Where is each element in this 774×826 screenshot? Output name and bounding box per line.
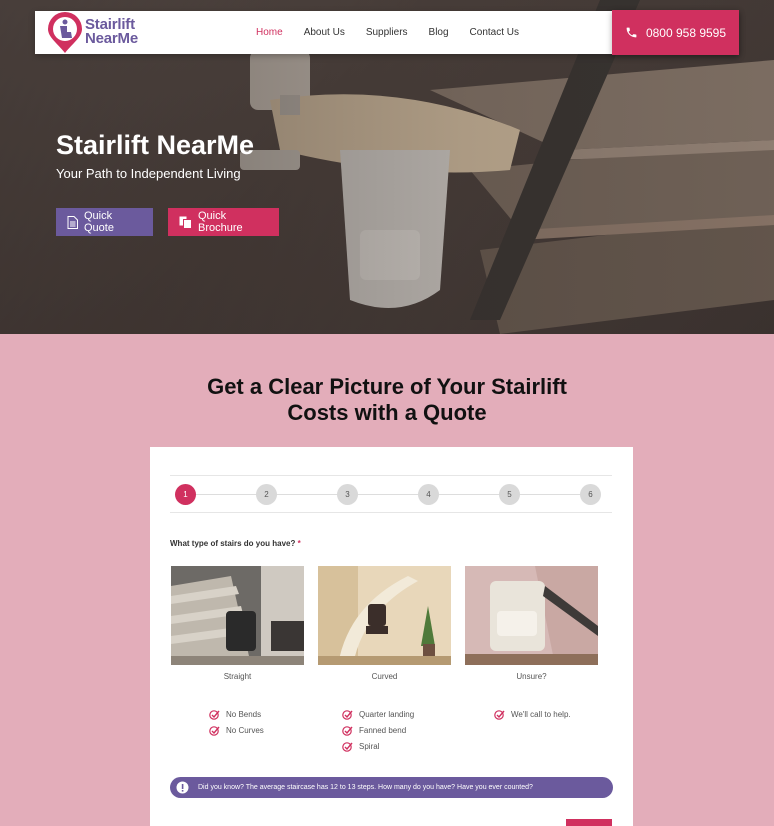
feature-text: No Curves [226,725,264,735]
step-1[interactable]: 1 [175,484,196,505]
option-straight[interactable]: Straight [171,566,304,681]
quote-heading-line1: Get a Clear Picture of Your Stairlift [207,374,567,399]
quick-quote-label: Quick Quote [84,210,114,234]
straight-features: No Bends No Curves [209,706,264,738]
option-unsure-label: Unsure? [516,672,547,681]
curved-stairs-image [318,566,451,665]
logo-pin-icon [48,12,82,53]
required-mark: * [297,539,301,548]
feature-item: Quarter landing [342,706,414,722]
step-3[interactable]: 3 [337,484,358,505]
check-icon [342,741,353,752]
nav-suppliers[interactable]: Suppliers [366,27,408,38]
feature-text: We'll call to help. [511,709,571,719]
straight-stairs-image [171,566,304,665]
step-4[interactable]: 4 [418,484,439,505]
next-step-button[interactable] [566,819,612,826]
logo-line2: NearMe [85,30,138,47]
site-header: Stairlift NearMe Home About Us Suppliers… [35,10,739,55]
stairs-tip-banner: Did you know? The average staircase has … [170,777,613,798]
option-curved[interactable]: Curved [318,566,451,681]
site-logo[interactable]: Stairlift NearMe [47,12,147,54]
step-track [186,494,596,495]
nav-contact-us[interactable]: Contact Us [470,27,519,38]
option-unsure[interactable]: Unsure? [465,566,598,681]
phone-number: 0800 958 9595 [645,25,727,40]
main-nav: Home About Us Suppliers Blog Contact Us [256,11,540,54]
option-curved-label: Curved [371,672,398,681]
check-icon [209,709,220,720]
check-icon [342,709,353,720]
document-icon [67,215,78,229]
nav-blog[interactable]: Blog [429,27,449,38]
info-icon [176,781,189,794]
phone-icon [625,26,638,39]
feature-item: We'll call to help. [494,706,571,722]
check-icon [342,725,353,736]
logo-text: Stairlift NearMe [85,17,138,47]
curved-features: Quarter landing Fanned bend Spiral [342,706,414,754]
brochure-icon [179,216,192,229]
question-text: What type of stairs do you have? [170,539,296,548]
step-progress: 1 2 3 4 5 6 [170,475,612,513]
hero-title: Stairlift NearMe [56,130,255,160]
unsure-stairs-image [465,566,598,665]
feature-item: Spiral [342,738,414,754]
tip-text: Did you know? The average staircase has … [198,784,533,791]
check-icon [209,725,220,736]
step-2[interactable]: 2 [256,484,277,505]
feature-text: Quarter landing [359,709,415,719]
hero-subtitle: Your Path to Independent Living [56,166,241,181]
step-5[interactable]: 5 [499,484,520,505]
step-6[interactable]: 6 [580,484,601,505]
feature-item: Fanned bend [342,722,414,738]
quote-heading: Get a Clear Picture of Your Stairlift Co… [0,374,774,426]
feature-text: Spiral [359,741,380,751]
quick-brochure-label: Quick Brochure [198,210,243,234]
nav-home[interactable]: Home [256,27,283,38]
quote-heading-line2: Costs with a Quote [287,400,487,425]
stairs-type-question: What type of stairs do you have? * [170,539,301,548]
option-straight-label: Straight [223,672,252,681]
quick-brochure-button[interactable]: Quick Brochure [168,208,279,236]
feature-item: No Bends [209,706,264,722]
feature-text: Fanned bend [359,725,407,735]
unsure-features: We'll call to help. [494,706,571,722]
nav-about-us[interactable]: About Us [304,27,345,38]
check-icon [494,709,505,720]
feature-item: No Curves [209,722,264,738]
feature-text: No Bends [226,709,262,719]
phone-button[interactable]: 0800 958 9595 [612,10,739,55]
quick-quote-button[interactable]: Quick Quote [56,208,153,236]
quote-form-card: 1 2 3 4 5 6 What type of stairs do you h… [150,447,633,826]
